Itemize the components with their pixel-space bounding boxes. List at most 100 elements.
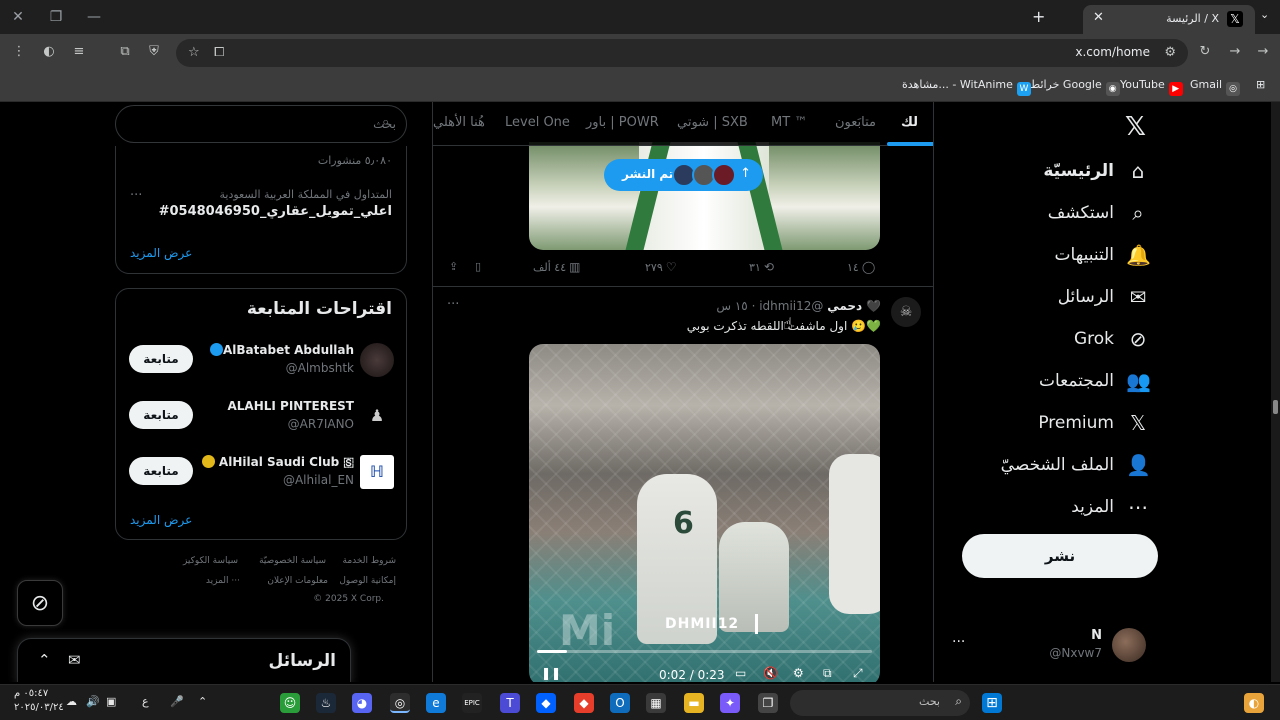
outlook-icon[interactable]: O	[610, 693, 630, 713]
messages-drawer[interactable]: ⌃ ✉ الرسائل	[17, 638, 351, 682]
avatar[interactable]: ♟	[360, 399, 394, 433]
url-text[interactable]: x.com/home	[1075, 45, 1150, 59]
follow-suggestion[interactable]: متابعة AlHilal Saudi Club 🇸 @Alhilal_EN …	[116, 451, 408, 501]
discord-icon[interactable]: ◕	[352, 693, 372, 713]
minimize-window-icon[interactable]: —	[80, 6, 108, 28]
new-posts-pill[interactable]: تم النشر ↑	[604, 159, 763, 191]
mute-icon[interactable]: 🔇	[763, 666, 778, 680]
repost-button[interactable]: ٣١ ⟲	[749, 260, 774, 274]
nav-item-communities[interactable]: المجتمعات 👥	[1039, 366, 1151, 396]
tab-following[interactable]: متابَعون	[835, 115, 876, 130]
bookmark-witanime[interactable]: مشاهدة... - WitAnime W	[902, 78, 1031, 96]
app-icon[interactable]: ☺	[280, 693, 300, 713]
task-view-icon[interactable]: ❐	[758, 693, 778, 713]
follow-button[interactable]: متابعة	[129, 457, 193, 485]
network-icon[interactable]: ☁	[66, 695, 77, 708]
trend-name[interactable]: #اعلي_تمويل_عقاري_0548046950	[159, 204, 392, 219]
taskbar-clock[interactable]: ٠٥:٤٧ م ٢٠٢٥/٠٣/٢٤	[14, 687, 64, 715]
bookmark-star-icon[interactable]: ☆	[188, 45, 200, 60]
input-language[interactable]: ع	[142, 695, 149, 708]
more-dots-icon[interactable]: ···	[447, 297, 459, 312]
post-time[interactable]: ١٥ س	[716, 299, 747, 313]
nav-item-more[interactable]: المزيد ⋯	[1071, 492, 1150, 522]
tab-mt[interactable]: MT ™	[771, 115, 807, 130]
address-bar[interactable]: ☆ ⧠ x.com/home ⚙	[176, 39, 1188, 67]
footer-ads-info[interactable]: معلومات الإعلان	[267, 576, 328, 586]
apps-grid-icon[interactable]: ⊞	[1256, 78, 1265, 91]
profile-avatar-icon[interactable]: ◐	[40, 44, 58, 59]
nav-item-notifications[interactable]: التنبيهات 🔔	[1055, 240, 1151, 270]
follow-button[interactable]: متابعة	[129, 401, 193, 429]
nav-item-messages[interactable]: الرسائل ✉	[1058, 282, 1150, 312]
follow-suggestion[interactable]: متابعة ALAHLI PINTEREST @AR7IANO ♟	[116, 395, 408, 445]
bookmark-icon[interactable]: ▯	[475, 260, 481, 273]
pause-icon[interactable]: ❚❚	[541, 666, 561, 680]
copilot-icon[interactable]: ✦	[720, 693, 740, 713]
settings-gear-icon[interactable]: ⚙	[793, 666, 804, 680]
footer-privacy[interactable]: سياسة الخصوصيّة	[259, 556, 326, 566]
extensions-icon[interactable]: ⧉	[116, 44, 134, 59]
close-window-icon[interactable]: ✕	[4, 6, 32, 28]
footer-terms[interactable]: شروط الخدمة	[343, 556, 396, 566]
tab-sxb[interactable]: شوتي | SXB	[677, 115, 748, 130]
more-dots-icon[interactable]: ···	[952, 634, 965, 650]
account-switcher[interactable]: ··· N @Nxvw7	[948, 624, 1158, 668]
reply-button[interactable]: ١٤ ◯	[847, 260, 875, 274]
back-icon[interactable]: →	[1254, 44, 1272, 59]
app-diamond-icon[interactable]: ◆	[574, 693, 594, 713]
bookmark-gmail[interactable]: Gmail ◎	[1190, 78, 1241, 96]
post-button[interactable]: نشر	[962, 534, 1158, 578]
nav-item-home[interactable]: الرئيسيّة ⌂	[1043, 156, 1150, 186]
dropbox-icon[interactable]: ◆	[536, 693, 556, 713]
footer-more[interactable]: المزيد ···	[206, 576, 240, 586]
footer-cookies[interactable]: سياسة الكوكيز	[183, 556, 238, 566]
install-app-icon[interactable]: ⧠	[214, 45, 224, 60]
forward-icon[interactable]: →	[1226, 44, 1244, 59]
nav-item-profile[interactable]: الملف الشخصيّ 👤	[1001, 450, 1151, 480]
reload-icon[interactable]: ↻	[1196, 44, 1214, 59]
menu-dots-icon[interactable]: ⋮	[10, 44, 28, 59]
nav-item-explore[interactable]: استكشف ⌕	[1048, 198, 1150, 228]
epic-games-icon[interactable]: EPIC	[462, 693, 482, 713]
video-progress-bar[interactable]	[537, 650, 872, 653]
alhilal-logo-icon[interactable]: ℍ	[360, 455, 394, 489]
tab-ahli[interactable]: هُنا الأهلي	[433, 115, 485, 130]
x-logo-icon[interactable]: 𝕏	[1125, 112, 1146, 142]
windows-start-icon[interactable]: ⊞	[982, 693, 1002, 713]
notification-center-icon[interactable]: ◐	[1244, 693, 1264, 713]
tab-powr[interactable]: باور | POWR	[586, 115, 659, 130]
site-settings-icon[interactable]: ⚙	[1164, 45, 1176, 60]
microphone-icon[interactable]: 🎤	[170, 695, 184, 708]
fullscreen-icon[interactable]: ⤢	[853, 666, 863, 681]
steam-icon[interactable]: ♨	[316, 693, 336, 713]
nav-item-grok[interactable]: Grok ⊘	[1074, 324, 1150, 354]
new-message-icon[interactable]: ✉	[68, 651, 81, 669]
display-icon[interactable]: ▣	[106, 695, 116, 708]
follow-button[interactable]: متابعة	[129, 345, 193, 373]
tray-overflow-icon[interactable]: ⌃	[198, 695, 207, 708]
search-box[interactable]: ⌕	[115, 105, 407, 143]
edge-icon[interactable]: e	[426, 693, 446, 713]
grok-floating-button[interactable]: ⊘	[17, 580, 63, 626]
store-icon[interactable]: ▦	[646, 693, 666, 713]
volume-icon[interactable]: 🔊	[86, 695, 100, 708]
like-button[interactable]: ٢٧٩ ♡	[645, 260, 677, 274]
bookmark-youtube[interactable]: YouTube ▶	[1120, 78, 1183, 96]
nav-item-premium[interactable]: Premium 𝕏	[1038, 408, 1150, 438]
file-explorer-icon[interactable]: ▬	[684, 693, 704, 713]
captions-icon[interactable]: ▭	[735, 666, 746, 680]
tab-search-chevron-icon[interactable]: ⌄	[1260, 8, 1269, 21]
video-player[interactable]: Mi 6 DHMII12 ❚❚ 0:02 / 0:23 ▭ 🔇 ⚙ ⧉ ⤢	[529, 344, 880, 682]
search-input[interactable]	[156, 113, 396, 135]
scrollbar-thumb[interactable]	[1273, 400, 1278, 414]
shield-icon[interactable]: ⛨	[145, 44, 163, 59]
tab-level-one[interactable]: Level One	[505, 115, 570, 130]
share-icon[interactable]: ⇪	[449, 260, 458, 273]
new-tab-icon[interactable]: +	[1032, 7, 1045, 26]
browser-tab[interactable]: ✕ الرئيسة / X 𝕏	[1083, 5, 1255, 34]
chrome-icon[interactable]: ◎	[390, 693, 410, 713]
avatar[interactable]	[360, 343, 394, 377]
tab-close-icon[interactable]: ✕	[1093, 10, 1104, 25]
footer-accessibility[interactable]: إمكانية الوصول	[339, 576, 396, 586]
teams-icon[interactable]: T	[500, 693, 520, 713]
